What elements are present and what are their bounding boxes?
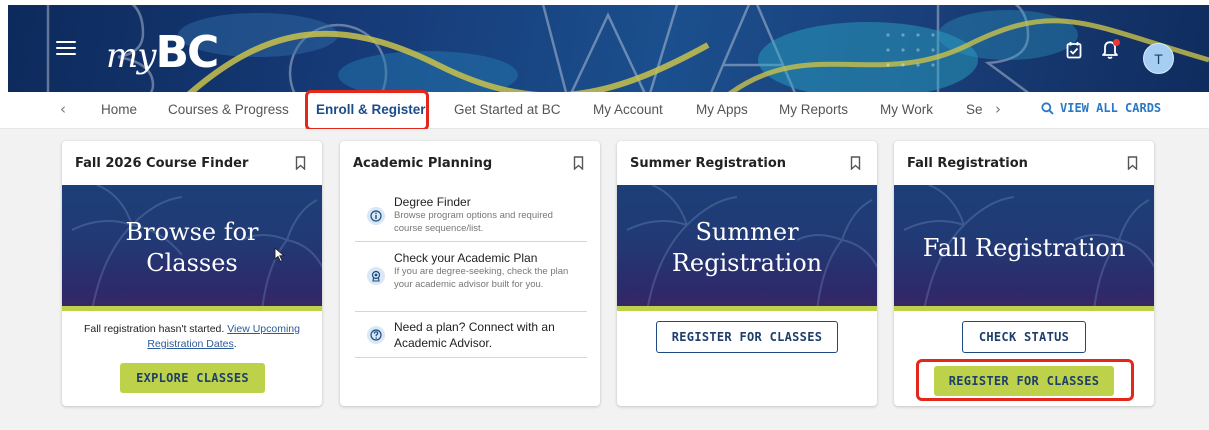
hero-line-1: Summer — [695, 218, 799, 246]
card-category-nav: ‹ Home Courses & Progress Enroll & Regis… — [0, 92, 1209, 129]
bell-icon[interactable] — [1100, 38, 1122, 64]
card-summer-registration: Summer Registration Summer Registration … — [617, 141, 877, 406]
search-icon — [1041, 101, 1054, 115]
logo-bc: BC — [155, 27, 219, 78]
bookmark-icon[interactable] — [573, 155, 584, 174]
register-for-classes-button[interactable]: REGISTER FOR CLASSES — [934, 366, 1114, 396]
tab-my-account[interactable]: My Account — [593, 102, 663, 117]
tab-enroll-register[interactable]: Enroll & Register — [316, 102, 426, 117]
academic-plan-title: Check your Academic Plan — [394, 251, 538, 265]
connect-advisor-title: Need a plan? Connect with an Academic Ad… — [394, 320, 555, 350]
card-hero-image: Summer Registration — [617, 185, 877, 311]
card-hero-image: Browse for Classes — [62, 185, 322, 311]
mouse-cursor-icon — [274, 247, 285, 263]
bookmark-icon[interactable] — [1127, 155, 1138, 174]
mybc-logo[interactable]: myBC — [106, 27, 219, 78]
explore-classes-button[interactable]: EXPLORE CLASSES — [120, 363, 265, 393]
tab-get-started[interactable]: Get Started at BC — [454, 102, 561, 117]
list-item-connect-advisor[interactable]: Need a plan? Connect with an Academic Ad… — [355, 312, 587, 358]
register-label: REGISTER FOR CLASSES — [671, 330, 823, 344]
card-academic-planning: Academic Planning Degree Finder Browse p… — [340, 141, 600, 406]
tab-home[interactable]: Home — [101, 102, 137, 117]
info-icon — [367, 207, 385, 225]
hero-line-1: Browse for — [125, 218, 259, 246]
hamburger-menu-icon[interactable] — [56, 41, 76, 57]
explore-classes-label: EXPLORE CLASSES — [136, 371, 249, 385]
card-title: Academic Planning — [353, 156, 493, 171]
view-all-cards-link[interactable]: VIEW ALL CARDS — [1041, 101, 1161, 115]
tab-truncated[interactable]: Se — [966, 102, 983, 117]
register-for-classes-button[interactable]: REGISTER FOR CLASSES — [656, 321, 838, 353]
list-item-degree-finder[interactable]: Degree Finder Browse program options and… — [355, 185, 587, 242]
logo-my: my — [106, 36, 156, 76]
hero-line-1: Fall Registration — [922, 234, 1126, 262]
bookmark-icon[interactable] — [295, 155, 306, 174]
cards-area: Fall 2026 Course Finder Browse for Class… — [0, 129, 1209, 430]
notification-dot — [1113, 39, 1120, 46]
card-title: Summer Registration — [630, 156, 787, 171]
nav-prev-arrow[interactable]: ‹ — [60, 100, 66, 118]
register-label: REGISTER FOR CLASSES — [948, 374, 1100, 388]
degree-finder-desc: Browse program options and required cour… — [394, 210, 553, 234]
card-course-finder: Fall 2026 Course Finder Browse for Class… — [62, 141, 322, 406]
view-all-cards-label: VIEW ALL CARDS — [1060, 101, 1162, 115]
card-title: Fall Registration — [907, 156, 1028, 171]
avatar[interactable]: T — [1143, 43, 1174, 74]
help-icon — [367, 326, 385, 344]
registration-note: Fall registration hasn't started. View U… — [70, 322, 314, 352]
avatar-initial: T — [1154, 50, 1163, 67]
bookmark-icon[interactable] — [850, 155, 861, 174]
card-hero-image: Fall Registration — [894, 185, 1154, 311]
list-item-academic-plan[interactable]: Check your Academic Plan If you are degr… — [355, 242, 587, 312]
check-status-label: CHECK STATUS — [978, 330, 1070, 344]
header-banner: myBC T — [8, 5, 1209, 92]
hero-line-2: Registration — [671, 249, 823, 277]
calendar-check-icon[interactable] — [1066, 41, 1082, 63]
tab-my-work[interactable]: My Work — [880, 102, 933, 117]
nav-next-arrow[interactable]: › — [995, 100, 1001, 118]
degree-finder-title: Degree Finder — [394, 195, 471, 209]
academic-plan-desc: If you are degree-seeking, check the pla… — [394, 266, 569, 290]
academic-plan-icon — [367, 267, 385, 285]
card-title: Fall 2026 Course Finder — [75, 156, 249, 171]
tab-courses-progress[interactable]: Courses & Progress — [168, 102, 289, 117]
note-text: Fall registration hasn't started. — [83, 323, 225, 335]
tab-my-reports[interactable]: My Reports — [779, 102, 848, 117]
check-status-button[interactable]: CHECK STATUS — [962, 321, 1086, 353]
note-period: . — [233, 338, 237, 350]
tab-my-apps[interactable]: My Apps — [696, 102, 748, 117]
card-fall-registration: Fall Registration Fall Registration CHEC… — [894, 141, 1154, 406]
